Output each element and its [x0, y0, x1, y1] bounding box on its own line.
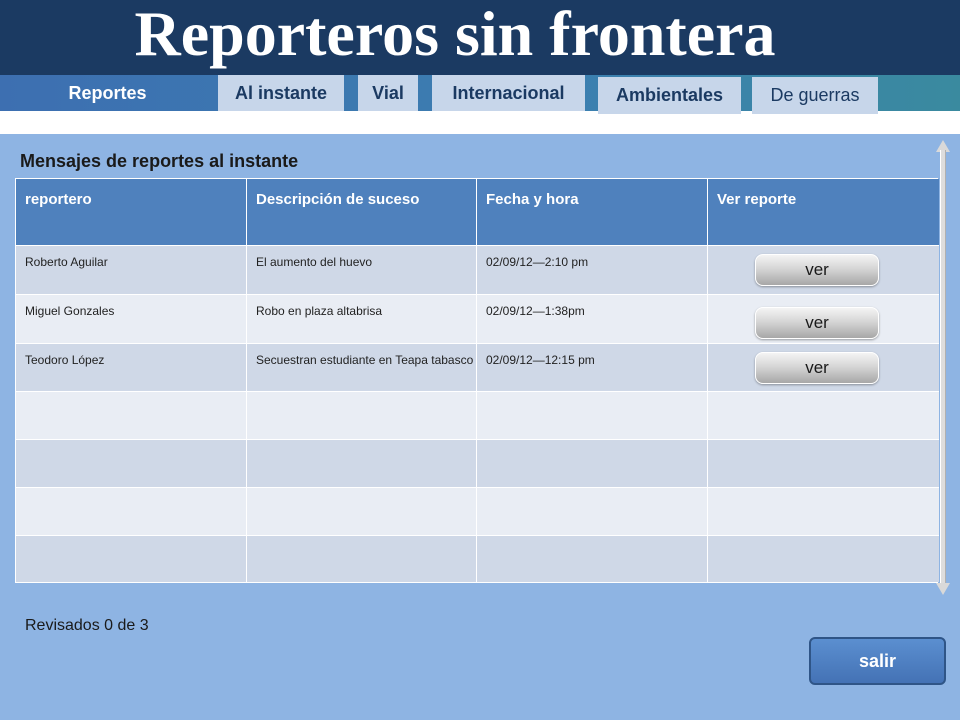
ver-report-button[interactable]: ver [755, 307, 879, 339]
scroll-down-arrow-icon[interactable] [936, 583, 950, 595]
cell-reportero: Teodoro López [16, 344, 247, 391]
separator-strip [0, 114, 960, 134]
app-header: Reporteros sin frontera [0, 0, 960, 75]
header-descripcion: Descripción de suceso [247, 179, 477, 245]
table-row-empty [16, 535, 939, 582]
vertical-scrollbar[interactable] [936, 140, 950, 595]
cell-fecha: 02/09/12—2:10 pm [477, 246, 708, 294]
tab-vial[interactable]: Vial [358, 75, 418, 111]
header-reportero: reportero [16, 179, 247, 245]
section-title: Mensajes de reportes al instante [20, 151, 299, 171]
tab-ambientales[interactable]: Ambientales [598, 77, 741, 114]
cell-reportero: Miguel Gonzales [16, 295, 247, 343]
tab-internacional[interactable]: Internacional [432, 75, 585, 111]
cell-descripcion: Robo en plaza altabrisa [247, 295, 477, 343]
table-row-empty [16, 487, 939, 535]
table-row-empty [16, 439, 939, 487]
header-fecha: Fecha y hora [477, 179, 708, 245]
scroll-track[interactable] [940, 150, 946, 585]
tab-reportes[interactable]: Reportes [0, 75, 215, 111]
app-title: Reporteros sin frontera [134, 0, 776, 69]
cell-descripcion: El aumento del huevo [247, 246, 477, 294]
header-ver-reporte: Ver reporte [717, 191, 797, 208]
ver-report-button[interactable]: ver [755, 254, 879, 286]
cell-reportero: Roberto Aguilar [16, 246, 247, 294]
cell-fecha: 02/09/12—1:38pm [477, 295, 708, 343]
table-row-empty [16, 391, 939, 439]
tab-al-instante[interactable]: Al instante [218, 75, 344, 111]
tab-de-guerras[interactable]: De guerras [752, 77, 878, 114]
exit-button[interactable]: salir [809, 637, 946, 685]
ver-report-button[interactable]: ver [755, 352, 879, 384]
cell-fecha: 02/09/12—12:15 pm [477, 344, 708, 391]
table-header-row: reportero Descripción de suceso Fecha y … [16, 179, 939, 245]
cell-descripcion: Secuestran estudiante en Teapa tabasco [247, 344, 477, 391]
review-status: Revisados 0 de 3 [25, 617, 149, 634]
